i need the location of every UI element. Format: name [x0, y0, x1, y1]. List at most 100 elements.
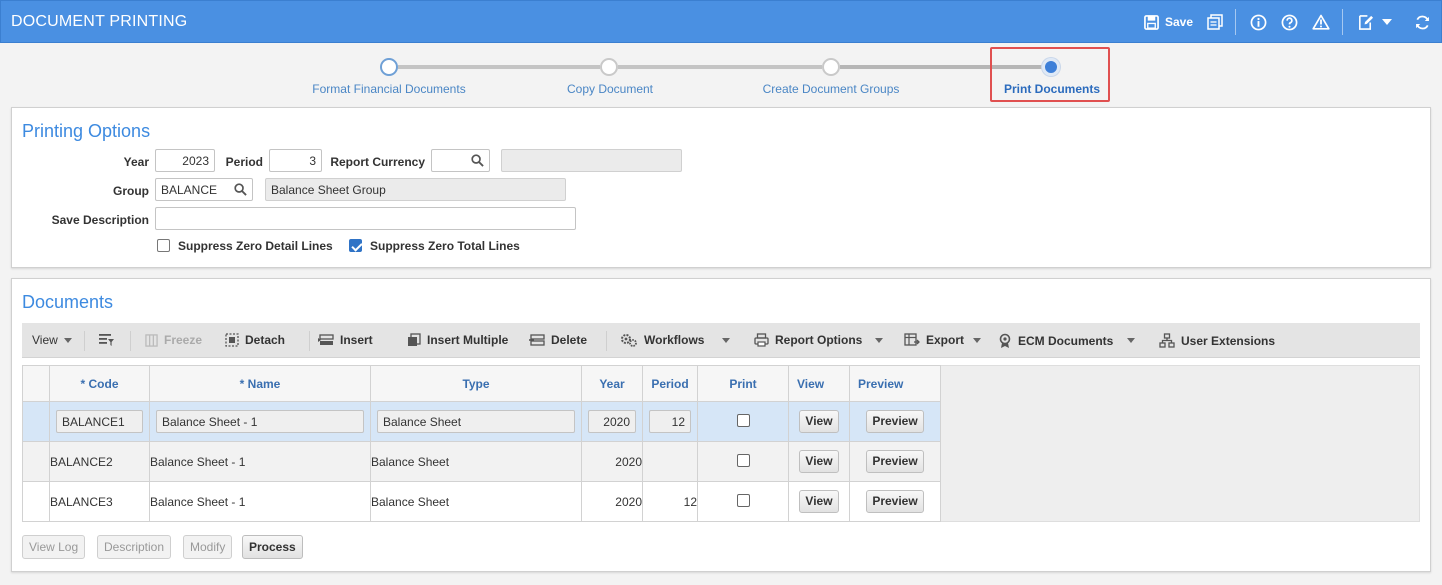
- table-row[interactable]: BALANCE3 Balance Sheet - 1 Balance Sheet…: [22, 481, 941, 522]
- view-button[interactable]: View: [799, 450, 839, 473]
- ecm-documents-button[interactable]: ECM Documents: [998, 333, 1113, 349]
- insert-multiple-button[interactable]: Insert Multiple: [407, 333, 508, 347]
- year-value: 2020: [603, 414, 630, 429]
- step-dot-create-document-groups[interactable]: [822, 58, 840, 76]
- description-button[interactable]: Description: [97, 535, 172, 559]
- view-log-button[interactable]: View Log: [22, 535, 86, 559]
- name-value: Balance Sheet - 1: [162, 414, 258, 429]
- period-cell[interactable]: 12: [642, 401, 698, 442]
- view-button[interactable]: View: [799, 410, 839, 433]
- period-field[interactable]: 3: [269, 149, 322, 172]
- step-dot-copy-document[interactable]: [600, 58, 618, 76]
- print-layouts-button[interactable]: [1207, 11, 1223, 33]
- column-header-period[interactable]: Period: [642, 365, 698, 402]
- period-cell[interactable]: 12: [642, 481, 698, 522]
- year-cell[interactable]: 2020: [581, 441, 643, 482]
- code-cell[interactable]: BALANCE2: [49, 441, 150, 482]
- row-selector[interactable]: [22, 481, 50, 522]
- save-button[interactable]: Save: [1144, 11, 1193, 33]
- code-cell[interactable]: BALANCE3: [49, 481, 150, 522]
- report-options-dropdown[interactable]: [875, 338, 883, 343]
- print-cell: [697, 481, 789, 522]
- year-cell[interactable]: 2020: [581, 401, 643, 442]
- suppress-zero-detail-label[interactable]: Suppress Zero Detail Lines: [178, 239, 333, 253]
- column-header-view[interactable]: View: [788, 365, 850, 402]
- suppress-zero-total-checkbox[interactable]: [349, 239, 362, 252]
- caret-down-icon: [63, 337, 72, 343]
- name-input[interactable]: Balance Sheet - 1: [156, 410, 364, 433]
- step-dot-format-financial-documents[interactable]: [380, 58, 398, 76]
- type-cell[interactable]: Balance Sheet: [370, 481, 582, 522]
- year-value: 2023: [182, 153, 209, 168]
- column-header-preview[interactable]: Preview: [849, 365, 941, 402]
- detach-icon: [225, 333, 239, 347]
- detach-button[interactable]: Detach: [225, 333, 285, 347]
- year-field[interactable]: 2023: [155, 149, 215, 172]
- export-dropdown[interactable]: [973, 338, 981, 343]
- column-header-print[interactable]: Print: [697, 365, 789, 402]
- name-cell[interactable]: Balance Sheet - 1: [149, 441, 371, 482]
- ecm-documents-dropdown[interactable]: [1127, 338, 1135, 343]
- report-currency-field[interactable]: [431, 149, 490, 172]
- year-cell[interactable]: 2020: [581, 481, 643, 522]
- column-header-code[interactable]: * Code: [49, 365, 150, 402]
- preview-button[interactable]: Preview: [866, 410, 924, 433]
- wizard-stepper: Format Financial Documents Copy Document…: [0, 52, 1442, 102]
- freeze-button[interactable]: Freeze: [145, 333, 202, 347]
- group-label: Group: [113, 184, 149, 198]
- help-button[interactable]: [1281, 11, 1298, 33]
- group-field[interactable]: BALANCE: [155, 178, 253, 201]
- suppress-zero-detail-checkbox[interactable]: [157, 239, 170, 252]
- delete-button[interactable]: Delete: [529, 333, 587, 347]
- save-description-field[interactable]: [155, 207, 576, 230]
- preview-button[interactable]: Preview: [866, 450, 924, 473]
- type-cell[interactable]: Balance Sheet: [370, 401, 582, 442]
- alerts-button[interactable]: [1312, 11, 1330, 33]
- process-button[interactable]: Process: [242, 535, 303, 559]
- filter-button[interactable]: [98, 333, 114, 347]
- search-icon[interactable]: [471, 154, 484, 167]
- print-checkbox[interactable]: [736, 453, 750, 467]
- search-icon[interactable]: [234, 183, 247, 196]
- insert-button[interactable]: Insert: [318, 333, 373, 347]
- code-cell[interactable]: BALANCE1: [49, 401, 150, 442]
- step-label-format-financial-documents[interactable]: Format Financial Documents: [312, 82, 465, 96]
- print-checkbox[interactable]: [736, 493, 750, 507]
- column-header-name[interactable]: * Name: [149, 365, 371, 402]
- preview-button[interactable]: Preview: [866, 490, 924, 513]
- print-checkbox[interactable]: [736, 413, 750, 427]
- edit-menu-dropdown[interactable]: [1382, 11, 1392, 33]
- view-menu[interactable]: View: [32, 333, 72, 347]
- edit-menu-button[interactable]: [1357, 11, 1374, 33]
- column-header-type[interactable]: Type: [370, 365, 582, 402]
- info-button[interactable]: [1250, 11, 1267, 33]
- workflows-button[interactable]: Workflows: [620, 333, 704, 347]
- row-selector[interactable]: [22, 441, 50, 482]
- year-input[interactable]: 2020: [588, 410, 636, 433]
- suppress-zero-total-label[interactable]: Suppress Zero Total Lines: [370, 239, 520, 253]
- table-row[interactable]: BALANCE1 Balance Sheet - 1 Balance Sheet…: [22, 401, 941, 442]
- table-row[interactable]: BALANCE2 Balance Sheet - 1 Balance Sheet…: [22, 441, 941, 482]
- export-button[interactable]: Export: [904, 333, 964, 347]
- period-cell[interactable]: [642, 441, 698, 482]
- modify-button[interactable]: Modify: [183, 535, 233, 559]
- name-cell[interactable]: Balance Sheet - 1: [149, 481, 371, 522]
- type-cell[interactable]: Balance Sheet: [370, 441, 582, 482]
- report-options-label: Report Options: [775, 333, 863, 347]
- code-input[interactable]: BALANCE1: [56, 410, 143, 433]
- step-label-create-document-groups[interactable]: Create Document Groups: [763, 82, 900, 96]
- row-selector[interactable]: [22, 401, 50, 442]
- name-cell[interactable]: Balance Sheet - 1: [149, 401, 371, 442]
- user-extensions-button[interactable]: User Extensions: [1159, 333, 1275, 348]
- period-input[interactable]: 12: [649, 410, 691, 433]
- refresh-button[interactable]: [1414, 11, 1431, 33]
- export-table-icon: [904, 333, 920, 346]
- type-input[interactable]: Balance Sheet: [377, 410, 575, 433]
- report-options-button[interactable]: Report Options: [754, 333, 862, 347]
- view-button[interactable]: View: [799, 490, 839, 513]
- printing-options-title: Printing Options: [22, 121, 151, 141]
- workflows-dropdown[interactable]: [722, 338, 730, 343]
- column-header-year[interactable]: Year: [581, 365, 643, 402]
- step-label-copy-document[interactable]: Copy Document: [567, 82, 653, 96]
- page-title: DOCUMENT PRINTING: [11, 13, 188, 30]
